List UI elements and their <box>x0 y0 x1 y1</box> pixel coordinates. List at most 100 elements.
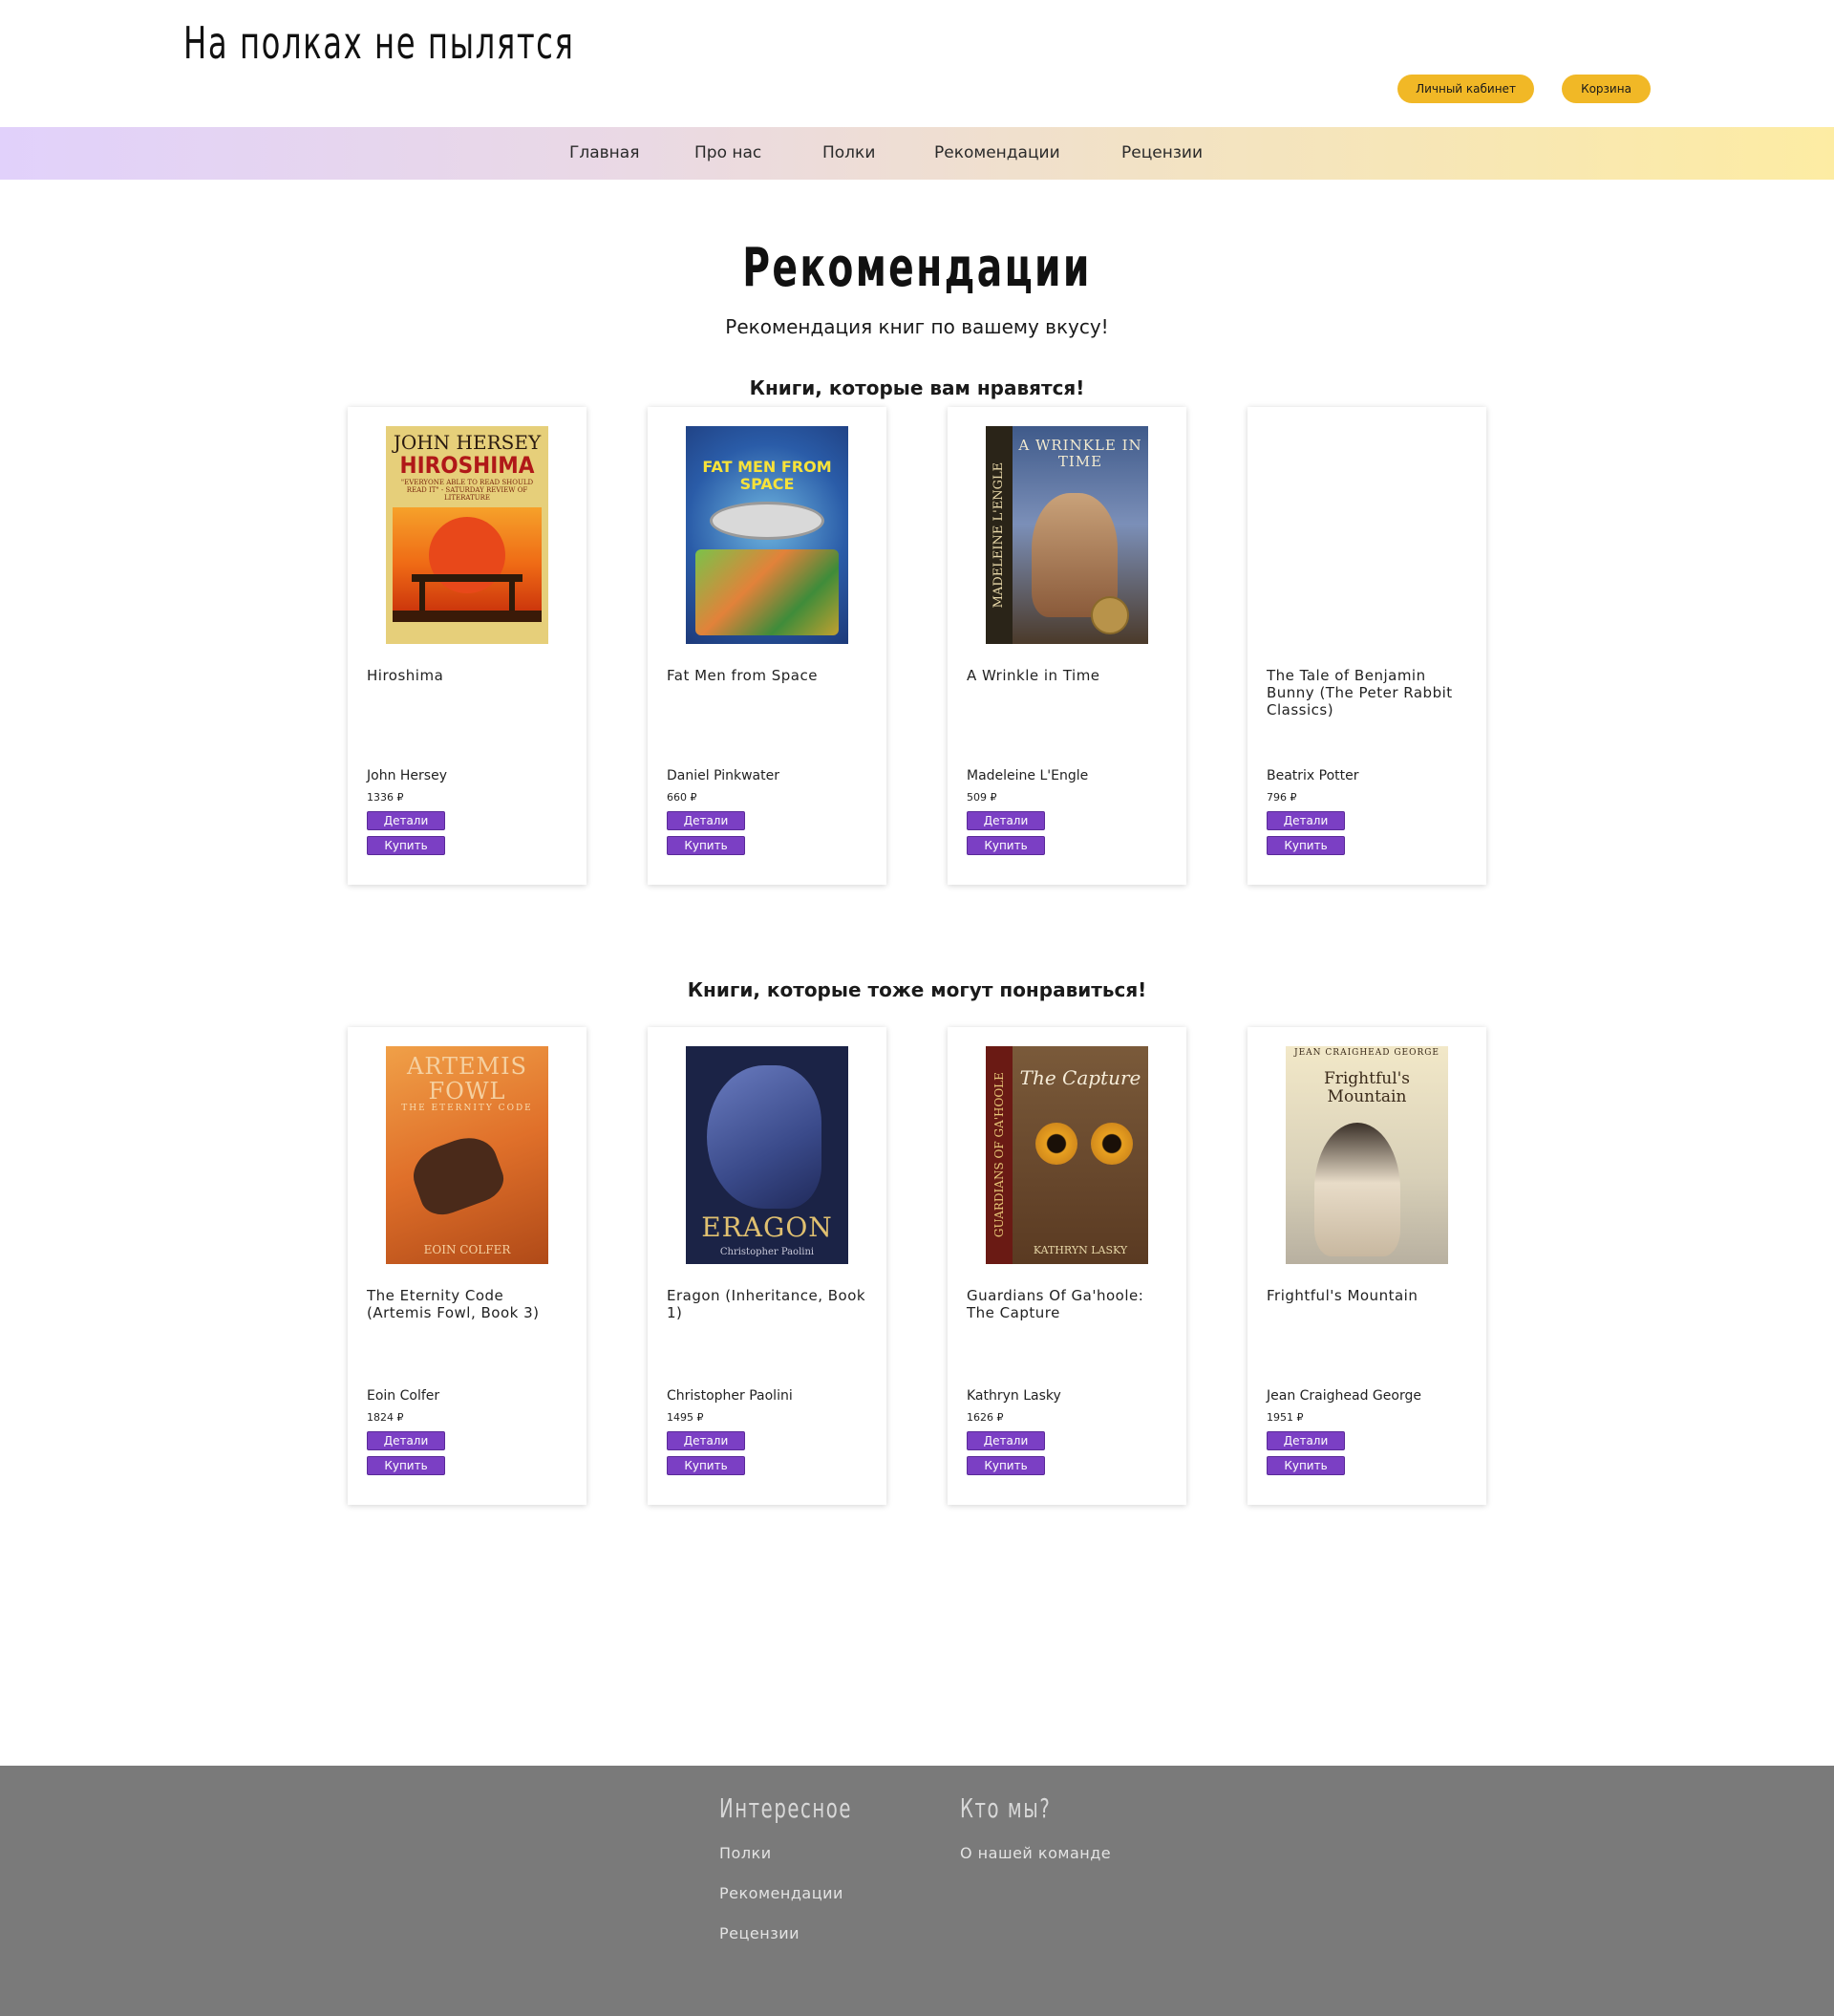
book-title[interactable]: Frightful's Mountain <box>1267 1287 1472 1304</box>
book-card: The Tale of Benjamin Bunny (The Peter Ra… <box>1248 407 1486 885</box>
footer-link-shelves[interactable]: Полки <box>719 1844 772 1862</box>
nav-item-home[interactable]: Главная <box>569 143 639 162</box>
footer-heading-interesting: Интересное <box>719 1792 853 1824</box>
book-price: 1336 ₽ <box>367 791 404 804</box>
cover-title-text: ARTEMIS FOWL <box>406 1053 527 1105</box>
book-title[interactable]: Fat Men from Space <box>667 667 872 684</box>
book-title[interactable]: Hiroshima <box>367 667 572 684</box>
buy-button[interactable]: Купить <box>1267 836 1345 855</box>
owl-eye-right-art <box>1091 1123 1133 1165</box>
book-title[interactable]: A Wrinkle in Time <box>967 667 1172 684</box>
book-cover-image[interactable]: ERAGON Christopher Paolini <box>686 1046 848 1264</box>
book-price: 796 ₽ <box>1267 791 1297 804</box>
cover-spine: MADELEINE L'ENGLE <box>986 426 1013 644</box>
site-logo[interactable]: На полках не пылятся <box>183 17 574 69</box>
section-title-liked: Книги, которые вам нравятся! <box>749 376 1085 399</box>
footer-link-team[interactable]: О нашей команде <box>960 1844 1111 1862</box>
buy-button[interactable]: Купить <box>967 1456 1045 1475</box>
cover-author-text: JEAN CRAIGHEAD GEORGE <box>1294 1048 1439 1058</box>
page-subtitle: Рекомендация книг по вашему вкусу! <box>725 315 1109 338</box>
book-title[interactable]: The Tale of Benjamin Bunny (The Peter Ra… <box>1267 667 1472 718</box>
buy-button[interactable]: Купить <box>967 836 1045 855</box>
book-author: Daniel Pinkwater <box>667 768 779 783</box>
book-card: ERAGON Christopher Paolini Eragon (Inher… <box>648 1027 886 1505</box>
cover-title-text: ERAGON <box>701 1212 833 1244</box>
details-button[interactable]: Детали <box>1267 1431 1345 1450</box>
sunset-bridge-art <box>393 507 542 623</box>
cover-author-text: JOHN HERSEY <box>393 431 542 454</box>
book-price: 1951 ₽ <box>1267 1411 1304 1424</box>
account-button[interactable]: Личный кабинет <box>1397 75 1534 103</box>
book-author: John Hersey <box>367 768 447 783</box>
book-author: Christopher Paolini <box>667 1388 793 1404</box>
book-price: 660 ₽ <box>667 791 697 804</box>
book-title[interactable]: Guardians Of Ga'hoole: The Capture <box>967 1287 1172 1321</box>
cover-spine: GUARDIANS OF GA'HOOLE <box>986 1046 1013 1264</box>
cover-title-text: HIROSHIMA <box>399 452 535 479</box>
cover-title-text: FAT MEN FROM SPACE <box>702 458 832 493</box>
cover-author-text: Christopher Paolini <box>719 1247 815 1257</box>
footer-link-reviews[interactable]: Рецензии <box>719 1924 800 1942</box>
nav-item-reviews[interactable]: Рецензии <box>1121 143 1203 162</box>
book-card: GUARDIANS OF GA'HOOLE The Capture KATHRY… <box>948 1027 1186 1505</box>
book-card: ARTEMIS FOWL THE ETERNITY CODE EOIN COLF… <box>348 1027 586 1505</box>
book-cover-image[interactable]: A WRINKLE IN TIME MADELEINE L'ENGLE <box>986 426 1148 644</box>
book-cover-image[interactable] <box>1286 426 1448 644</box>
book-title[interactable]: Eragon (Inheritance, Book 1) <box>667 1287 872 1321</box>
book-price: 1626 ₽ <box>967 1411 1004 1424</box>
cover-quote-text: "EVERYONE ABLE TO READ SHOULD READ IT" -… <box>400 479 534 502</box>
cart-button[interactable]: Корзина <box>1562 75 1651 103</box>
book-price: 1824 ₽ <box>367 1411 404 1424</box>
book-price: 509 ₽ <box>967 791 997 804</box>
book-title[interactable]: The Eternity Code (Artemis Fowl, Book 3) <box>367 1287 572 1321</box>
cover-title-text: The Capture <box>1019 1066 1141 1089</box>
owl-eye-left-art <box>1035 1123 1077 1165</box>
book-cover-image[interactable]: GUARDIANS OF GA'HOOLE The Capture KATHRY… <box>986 1046 1148 1264</box>
dragon-art <box>707 1065 821 1209</box>
cover-author-text: EOIN COLFER <box>423 1242 511 1256</box>
buy-button[interactable]: Купить <box>667 1456 745 1475</box>
flying-figure-art <box>405 1128 510 1222</box>
site-footer: Интересное Полки Рекомендации Рецензии К… <box>0 1766 1834 2016</box>
medal-icon <box>1091 596 1129 634</box>
details-button[interactable]: Детали <box>367 1431 445 1450</box>
falcon-art <box>1314 1123 1400 1256</box>
buy-button[interactable]: Купить <box>367 836 445 855</box>
book-card: FAT MEN FROM SPACE Fat Men from Space Da… <box>648 407 886 885</box>
book-author: Beatrix Potter <box>1267 768 1359 783</box>
cover-title-text: Frightful's Mountain <box>1323 1068 1411 1106</box>
footer-link-recommendations[interactable]: Рекомендации <box>719 1884 843 1902</box>
book-price: 1495 ₽ <box>667 1411 704 1424</box>
section-title-suggested: Книги, которые тоже могут понравиться! <box>687 978 1147 1001</box>
buy-button[interactable]: Купить <box>1267 1456 1345 1475</box>
book-author: Eoin Colfer <box>367 1388 440 1404</box>
book-cover-image[interactable]: JEAN CRAIGHEAD GEORGE Frightful's Mounta… <box>1286 1046 1448 1264</box>
nav-item-recommendations[interactable]: Рекомендации <box>934 143 1060 162</box>
book-cover-image[interactable]: JOHN HERSEY HIROSHIMA "EVERYONE ABLE TO … <box>386 426 548 644</box>
book-author: Madeleine L'Engle <box>967 768 1089 783</box>
details-button[interactable]: Детали <box>667 1431 745 1450</box>
details-button[interactable]: Детали <box>367 811 445 830</box>
page-title: Рекомендации <box>742 237 1092 299</box>
details-button[interactable]: Детали <box>967 811 1045 830</box>
buy-button[interactable]: Купить <box>667 836 745 855</box>
nav-item-about[interactable]: Про нас <box>694 143 761 162</box>
book-author: Kathryn Lasky <box>967 1388 1061 1404</box>
book-card: A WRINKLE IN TIME MADELEINE L'ENGLE A Wr… <box>948 407 1186 885</box>
book-author: Jean Craighead George <box>1267 1388 1421 1404</box>
details-button[interactable]: Детали <box>967 1431 1045 1450</box>
buy-button[interactable]: Купить <box>367 1456 445 1475</box>
cover-author-text: MADELEINE L'ENGLE <box>991 461 1006 609</box>
crowd-art <box>695 549 839 636</box>
cover-author-text: KATHRYN LASKY <box>1033 1243 1128 1256</box>
spaceship-art <box>710 502 824 541</box>
cover-subtitle-text: THE ETERNITY CODE <box>401 1103 533 1113</box>
book-cover-image[interactable]: ARTEMIS FOWL THE ETERNITY CODE EOIN COLF… <box>386 1046 548 1264</box>
book-card: JOHN HERSEY HIROSHIMA "EVERYONE ABLE TO … <box>348 407 586 885</box>
details-button[interactable]: Детали <box>1267 811 1345 830</box>
book-cover-image[interactable]: FAT MEN FROM SPACE <box>686 426 848 644</box>
cover-series-text: GUARDIANS OF GA'HOOLE <box>992 1072 1006 1238</box>
nav-item-shelves[interactable]: Полки <box>822 143 875 162</box>
details-button[interactable]: Детали <box>667 811 745 830</box>
main-nav: Главная Про нас Полки Рекомендации Рецен… <box>0 127 1834 180</box>
